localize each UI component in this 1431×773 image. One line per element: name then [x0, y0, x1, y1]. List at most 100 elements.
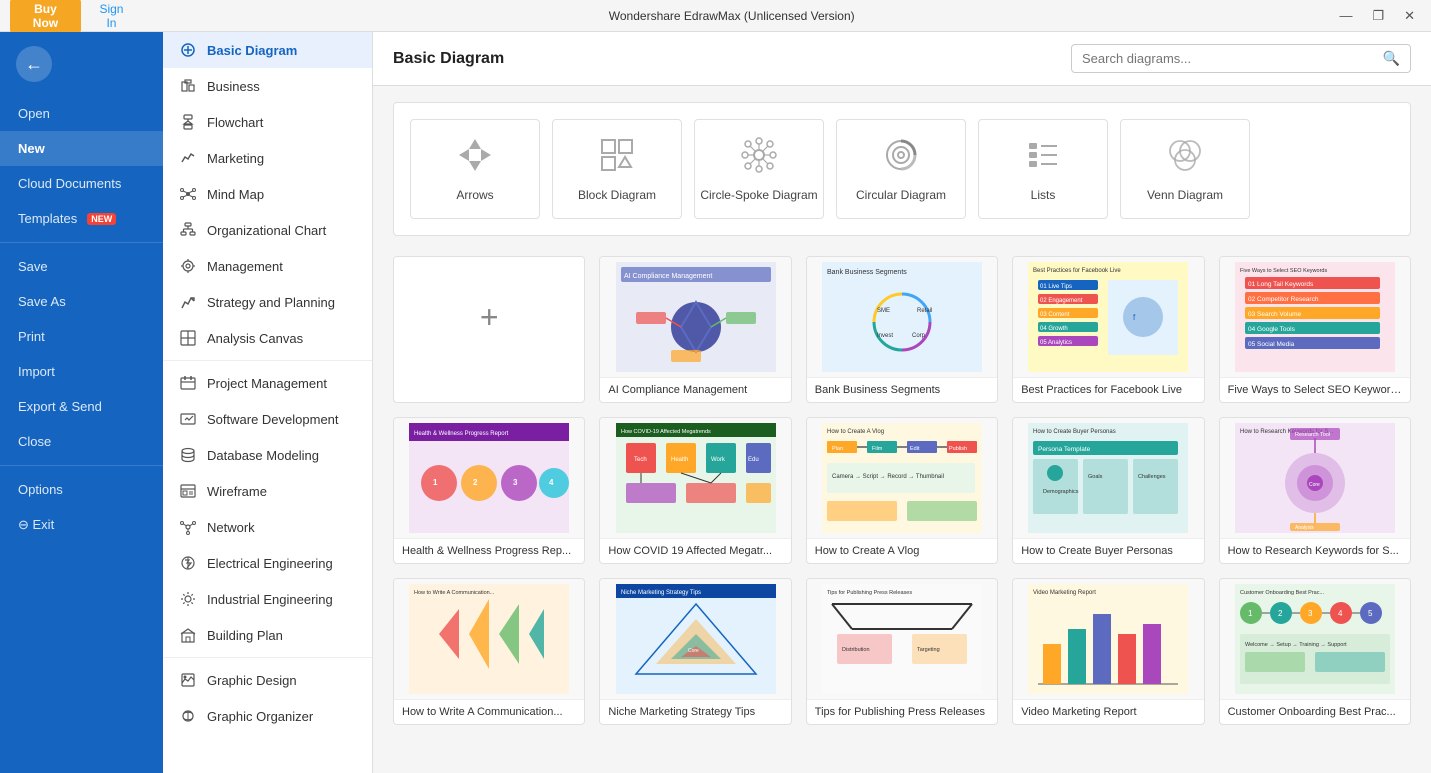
svg-text:4: 4: [1338, 609, 1343, 618]
health-wellness-label: Health & Wellness Progress Rep...: [394, 538, 584, 563]
cat-marketing[interactable]: Marketing: [163, 140, 372, 176]
cat-flowchart[interactable]: Flowchart: [163, 104, 372, 140]
svg-text:Work: Work: [711, 457, 726, 463]
cat-network[interactable]: Network: [163, 509, 372, 545]
customer-onboarding-thumb: Customer Onboarding Best Prac... 1 2 3 4…: [1220, 579, 1410, 699]
customer-onboarding-label: Customer Onboarding Best Prac...: [1220, 699, 1410, 724]
industrial-icon: [179, 590, 197, 608]
template-keywords-research[interactable]: How to Research Keywords for S... Core R…: [1219, 417, 1411, 564]
sidebar-item-open[interactable]: Open: [0, 96, 163, 131]
titlebar: Buy Now Sign In Wondershare EdrawMax (Un…: [0, 0, 1431, 32]
template-communications[interactable]: How to Write A Communication... How to W…: [393, 578, 585, 725]
diagram-type-block[interactable]: Block Diagram: [552, 119, 682, 219]
ai-compliance-label: AI Compliance Management: [600, 377, 790, 402]
cat-marketing-label: Marketing: [207, 151, 264, 166]
search-input[interactable]: [1082, 51, 1383, 66]
buyer-personas-thumb: How to Create Buyer Personas Persona Tem…: [1013, 418, 1203, 538]
svg-text:Publish: Publish: [949, 446, 967, 452]
svg-text:Edu: Edu: [748, 457, 759, 463]
sidebar-item-save[interactable]: Save: [0, 249, 163, 284]
cat-software[interactable]: Software Development: [163, 401, 372, 437]
template-bank-business[interactable]: Bank Business Segments Retail Corp Inves…: [806, 256, 998, 403]
cat-electrical[interactable]: Electrical Engineering: [163, 545, 372, 581]
cat-wireframe[interactable]: Wireframe: [163, 473, 372, 509]
main-content: Basic Diagram 🔍: [373, 32, 1431, 773]
signin-button[interactable]: Sign In: [93, 2, 130, 30]
template-press-releases[interactable]: Tips for Publishing Press Releases Distr…: [806, 578, 998, 725]
template-covid[interactable]: How COVID-19 Affected Megatrends Tech He…: [599, 417, 791, 564]
sidebar-item-options[interactable]: Options: [0, 472, 163, 507]
svg-text:01 Long Tail Keywords: 01 Long Tail Keywords: [1248, 281, 1314, 288]
cat-industrial[interactable]: Industrial Engineering: [163, 581, 372, 617]
cat-mindmap-label: Mind Map: [207, 187, 264, 202]
template-grid: + AI Compliance Management: [393, 256, 1411, 725]
template-buyer-personas[interactable]: How to Create Buyer Personas Persona Tem…: [1012, 417, 1204, 564]
sidebar-item-export[interactable]: Export & Send: [0, 389, 163, 424]
covid-thumb: How COVID-19 Affected Megatrends Tech He…: [600, 418, 790, 538]
flowchart-icon: [179, 113, 197, 131]
software-icon: [179, 410, 197, 428]
svg-text:05 Analytics: 05 Analytics: [1040, 340, 1072, 346]
svg-text:2: 2: [1278, 609, 1283, 618]
cat-graphic-organizer[interactable]: Graphic Organizer: [163, 698, 372, 734]
cat-basic-diagram[interactable]: Basic Diagram: [163, 32, 372, 68]
network-icon: [179, 518, 197, 536]
template-video-marketing[interactable]: Video Marketing Report Video Marketing R…: [1012, 578, 1204, 725]
template-vlog[interactable]: How to Create A Vlog Plan Film Edit Pub: [806, 417, 998, 564]
diagram-type-circle-spoke[interactable]: Circle-Spoke Diagram: [694, 119, 824, 219]
covid-label: How COVID 19 Affected Megatr...: [600, 538, 790, 563]
cat-mindmap[interactable]: Mind Map: [163, 176, 372, 212]
template-customer-onboarding[interactable]: Customer Onboarding Best Prac... 1 2 3 4…: [1219, 578, 1411, 725]
app-body: ← Open New Cloud Documents Templates NEW…: [0, 32, 1431, 773]
cat-analysis[interactable]: Analysis Canvas: [163, 320, 372, 356]
sidebar-item-close[interactable]: Close: [0, 424, 163, 459]
facebook-live-label: Best Practices for Facebook Live: [1013, 377, 1203, 402]
sidebar-item-exit[interactable]: ⊖ Exit: [0, 507, 163, 543]
maximize-button[interactable]: ❐: [1366, 6, 1390, 26]
template-health-wellness[interactable]: Health & Wellness Progress Report 1 2 3 …: [393, 417, 585, 564]
template-new[interactable]: +: [393, 256, 585, 403]
wireframe-icon: [179, 482, 197, 500]
sidebar-item-templates[interactable]: Templates NEW: [0, 201, 163, 236]
building-icon: [179, 626, 197, 644]
svg-text:Retail: Retail: [917, 308, 932, 314]
buy-now-button[interactable]: Buy Now: [10, 0, 81, 33]
svg-text:3: 3: [1308, 609, 1313, 618]
back-button[interactable]: ←: [16, 46, 52, 82]
sidebar-item-print[interactable]: Print: [0, 319, 163, 354]
cat-database[interactable]: Database Modeling: [163, 437, 372, 473]
new-badge: NEW: [87, 213, 116, 225]
diagram-type-arrows[interactable]: Arrows: [410, 119, 540, 219]
diagram-type-lists[interactable]: Lists: [978, 119, 1108, 219]
diagram-type-circular[interactable]: Circular Diagram: [836, 119, 966, 219]
template-seo-keywords[interactable]: Five Ways to Select SEO Keywords 01 Long…: [1219, 256, 1411, 403]
close-button[interactable]: ✕: [1398, 6, 1421, 26]
cat-building[interactable]: Building Plan: [163, 617, 372, 653]
cat-strategy[interactable]: Strategy and Planning: [163, 284, 372, 320]
diagram-type-venn[interactable]: Venn Diagram: [1120, 119, 1250, 219]
cat-management[interactable]: Management: [163, 248, 372, 284]
svg-text:01 Live Tips: 01 Live Tips: [1040, 284, 1072, 290]
template-facebook-live[interactable]: Best Practices for Facebook Live 01 Live…: [1012, 256, 1204, 403]
cat-graphic-design[interactable]: Graphic Design: [163, 662, 372, 698]
block-label: Block Diagram: [578, 188, 656, 202]
cat-business[interactable]: Business: [163, 68, 372, 104]
cat-project[interactable]: Project Management: [163, 365, 372, 401]
minimize-button[interactable]: —: [1333, 6, 1358, 26]
svg-text:Invest: Invest: [877, 333, 893, 339]
sidebar-item-new[interactable]: New: [0, 131, 163, 166]
cat-orgchart[interactable]: Organizational Chart: [163, 212, 372, 248]
cat-analysis-label: Analysis Canvas: [207, 331, 303, 346]
strategy-icon: [179, 293, 197, 311]
template-ai-compliance[interactable]: AI Compliance Management AI Compliance M…: [599, 256, 791, 403]
sidebar-item-cloud[interactable]: Cloud Documents: [0, 166, 163, 201]
sidebar-item-import[interactable]: Import: [0, 354, 163, 389]
svg-text:Video Marketing Report: Video Marketing Report: [1033, 590, 1096, 596]
page-title: Basic Diagram: [393, 50, 504, 68]
template-niche-marketing[interactable]: Niche Marketing Strategy Tips Core Niche…: [599, 578, 791, 725]
divider-1: [0, 242, 163, 243]
cat-divider-2: [163, 657, 372, 658]
arrows-label: Arrows: [456, 188, 493, 202]
sidebar-item-save-as[interactable]: Save As: [0, 284, 163, 319]
svg-text:Core: Core: [688, 648, 699, 654]
